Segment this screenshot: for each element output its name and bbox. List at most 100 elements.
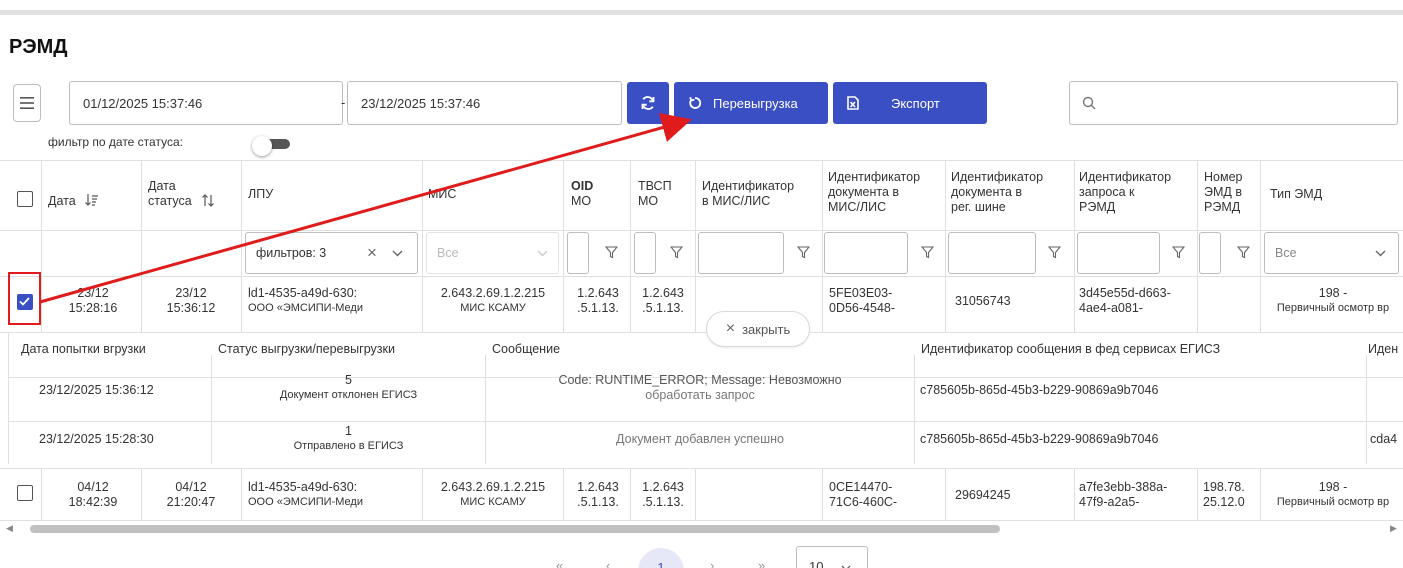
details-table: Дата попытки вгрузки Статус выгрузки/пер… [8, 333, 1403, 464]
horizontal-scrollbar[interactable] [30, 525, 1000, 533]
search-input[interactable] [1069, 81, 1398, 125]
doc-bus-id-filter-input[interactable] [948, 232, 1036, 274]
chevron-down-icon [392, 250, 403, 257]
chevron-down-icon [1375, 250, 1386, 257]
file-excel-icon [847, 96, 859, 110]
table-cell-lpu: ld1-4535-a49d-630: ООО «ЭМСИПИ-Меди [248, 480, 363, 508]
column-mis-lis-id[interactable]: Идентификатор в МИС/ЛИС [702, 179, 794, 209]
reupload-button[interactable]: Перевыгрузка [674, 82, 828, 124]
funnel-icon[interactable] [670, 246, 683, 259]
sort-desc-icon [85, 194, 99, 206]
funnel-icon[interactable] [605, 246, 618, 259]
first-page-button[interactable]: « [556, 558, 563, 568]
mis-filter-select[interactable]: Все [426, 232, 559, 274]
export-button[interactable]: Экспорт [833, 82, 987, 124]
prev-page-button[interactable]: ‹ [606, 558, 610, 568]
details-cell-message: Code: RUNTIME_ERROR; Message: Невозможно… [558, 373, 842, 402]
details-col-extra: Иден [1368, 342, 1399, 356]
table-cell-emd-number: 198.78. 25.12.0 [1203, 480, 1245, 509]
table-cell-emd-type: 198 - Первичный осмотр вр [1276, 286, 1390, 314]
scroll-right-arrow[interactable]: ▶ [1390, 523, 1397, 534]
details-cell-attempt-date: 23/12/2025 15:36:12 [39, 383, 154, 397]
table-cell-lpu: ld1-4535-a49d-630: ООО «ЭМСИПИ-Меди [248, 286, 363, 314]
menu-button[interactable] [13, 84, 41, 122]
funnel-icon[interactable] [797, 246, 810, 259]
reload-icon [689, 96, 702, 109]
column-doc-bus-id[interactable]: Идентификатор документа в рег. шине [951, 170, 1043, 215]
next-page-button[interactable]: › [710, 558, 714, 568]
details-col-attempt-date: Дата попытки вгрузки [21, 342, 146, 356]
column-date[interactable]: Дата [48, 194, 99, 209]
column-mis[interactable]: МИС [428, 187, 456, 202]
status-date-filter-label: фильтр по дате статуса: [48, 135, 183, 149]
table-cell-status-date: 04/12 21:20:47 [166, 480, 216, 509]
column-lpu[interactable]: ЛПУ [248, 187, 273, 202]
details-cell-fed-id: c785605b-865d-45b3-b229-90869a9b7046 [920, 383, 1159, 397]
mis-lis-id-filter-input[interactable] [698, 232, 784, 274]
refresh-button[interactable] [627, 82, 669, 124]
date-separator: - [341, 95, 346, 110]
details-cell-message: Документ добавлен успешно [616, 432, 784, 446]
column-status-date[interactable]: Дата статуса [148, 179, 215, 209]
date-from-input[interactable] [69, 81, 343, 125]
column-doc-mis-id[interactable]: Идентификатор документа в МИС/ЛИС [828, 170, 920, 215]
table-cell-doc-mis-id: 5FE03E03- 0D56-4548- [829, 286, 896, 315]
table-cell-emd-type: 198 - Первичный осмотр вр [1276, 480, 1390, 508]
funnel-icon[interactable] [1237, 246, 1250, 259]
scroll-left-arrow[interactable]: ◀ [6, 523, 13, 534]
search-icon [1082, 96, 1096, 110]
funnel-icon[interactable] [1048, 246, 1061, 259]
table-cell-oid: 1.2.643.5.1.13. [577, 286, 619, 315]
table-cell-tvsp: 1.2.643.5.1.13. [642, 286, 684, 315]
chevron-down-icon [537, 250, 548, 257]
table-cell-request-id: a7fe3ebb-388a- 47f9-a2a5- [1079, 480, 1168, 509]
details-col-status: Статус выгрузки/перевыгрузки [218, 342, 395, 356]
details-col-fed-id: Идентификатор сообщения в фед сервисах Е… [921, 342, 1221, 356]
table-cell-mis: 2.643.2.69.1.2.215 МИС КСАМУ [440, 480, 546, 508]
row-checkbox[interactable] [17, 485, 33, 501]
select-all-checkbox[interactable] [17, 191, 33, 207]
details-cell-fed-id: c785605b-865d-45b3-b229-90869a9b7046 [920, 432, 1159, 446]
status-date-toggle[interactable] [250, 136, 290, 156]
hamburger-icon [20, 97, 34, 109]
emd-number-filter-input[interactable] [1199, 232, 1221, 274]
last-page-button[interactable]: » [758, 558, 765, 568]
oid-mo-filter-input[interactable] [567, 232, 589, 274]
top-divider [0, 10, 1403, 15]
funnel-icon[interactable] [1172, 246, 1185, 259]
doc-mis-id-filter-input[interactable] [824, 232, 908, 274]
table-cell-date: 23/12 15:28:16 [68, 286, 118, 315]
column-oid-mo[interactable]: OID МО [571, 179, 593, 209]
table-cell-doc-bus-id: 31056743 [955, 294, 1011, 308]
table-cell-oid: 1.2.643.5.1.13. [577, 480, 619, 509]
column-tvsp-mo[interactable]: ТВСП МО [638, 179, 672, 209]
table-cell-date: 04/12 18:42:39 [68, 480, 118, 509]
details-cell-extra: cda4 [1370, 432, 1398, 446]
details-col-message: Сообщение [492, 342, 561, 356]
table-cell-tvsp: 1.2.643.5.1.13. [642, 480, 684, 509]
date-to-input[interactable] [347, 81, 622, 125]
table-cell-doc-bus-id: 29694245 [955, 488, 1011, 502]
lpu-filter-select[interactable]: фильтров: 3 × [245, 232, 418, 274]
table-cell-status-date: 23/12 15:36:12 [166, 286, 216, 315]
page-title: РЭМД [9, 36, 68, 58]
column-request-id[interactable]: Идентификатор запроса к РЭМД [1079, 170, 1171, 215]
reupload-label: Перевыгрузка [713, 95, 798, 111]
table-cell-request-id: 3d45e55d-d663- 4ae4-a081- [1079, 286, 1171, 315]
tvsp-mo-filter-input[interactable] [634, 232, 656, 274]
export-label: Экспорт [891, 95, 940, 111]
details-cell-status: 1 Отправлено в ЕГИСЗ [293, 424, 404, 452]
refresh-icon [641, 96, 655, 110]
column-emd-type[interactable]: Тип ЭМД [1270, 187, 1322, 202]
page-button-current[interactable]: 1 [638, 548, 684, 568]
request-id-filter-input[interactable] [1077, 232, 1160, 274]
annotation-highlight-box [8, 272, 41, 325]
table-cell-doc-mis-id: 0CE14470- 71C6-460C- [829, 480, 898, 509]
details-cell-status: 5 Документ отклонен ЕГИСЗ [279, 373, 418, 401]
emd-type-filter-select[interactable]: Все [1264, 232, 1399, 274]
table-cell-mis: 2.643.2.69.1.2.215 МИС КСАМУ [440, 286, 546, 314]
page-size-select[interactable]: 10 [796, 546, 868, 568]
clear-icon[interactable]: × [367, 243, 377, 263]
column-emd-number[interactable]: Номер ЭМД в РЭМД [1204, 170, 1242, 215]
funnel-icon[interactable] [921, 246, 934, 259]
